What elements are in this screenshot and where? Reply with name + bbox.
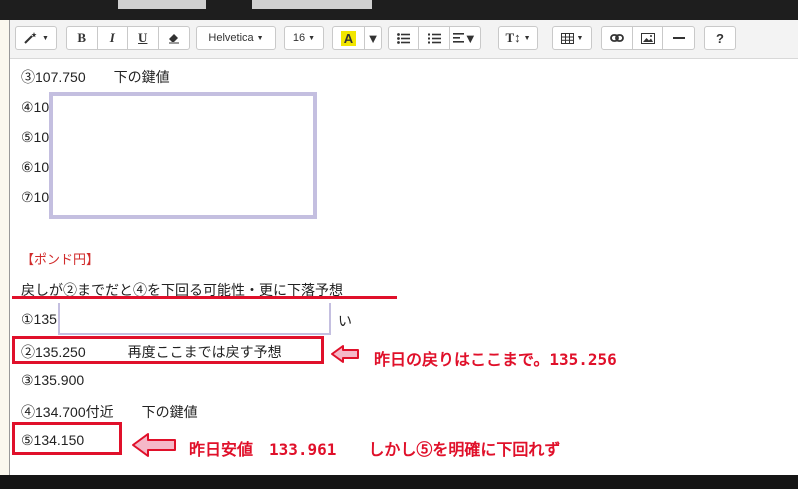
- browser-tab[interactable]: [118, 0, 206, 9]
- content-line: ①135: [21, 311, 57, 327]
- highlight-box: [12, 336, 324, 364]
- bullet-list-button[interactable]: [389, 27, 420, 49]
- align-dropdown-button[interactable]: ▼: [450, 27, 480, 49]
- chevron-down-icon: ▼: [576, 34, 584, 42]
- content-line: ⑤10: [21, 129, 50, 145]
- highlight-color-button[interactable]: A: [333, 27, 365, 49]
- section-title: 【ポンド円】: [21, 252, 100, 267]
- bold-button[interactable]: B: [67, 27, 98, 49]
- content-line: ⑦10: [21, 189, 50, 205]
- numbered-list-button[interactable]: [419, 27, 450, 49]
- underline-mark: [12, 296, 397, 299]
- editor-content[interactable]: ③107.750 下の鍵値 ④10 ⑤10 ⑥10 ⑦10 【ポンド円】 戻しが…: [10, 59, 798, 475]
- bullet-list-icon: [397, 32, 411, 44]
- window-top-bar: [0, 0, 798, 20]
- chevron-down-icon: ▼: [42, 34, 49, 42]
- annotation-arrow: [132, 433, 176, 457]
- content-line: ④10: [21, 99, 50, 115]
- browser-tab[interactable]: [252, 0, 372, 9]
- image-icon: [640, 32, 655, 44]
- highlight-box: [12, 422, 122, 455]
- chevron-down-icon: ▼: [366, 30, 380, 46]
- redaction-mask: [58, 303, 331, 335]
- align-left-icon: [452, 33, 464, 43]
- chevron-down-icon: ▼: [523, 34, 531, 42]
- redaction-mask: [49, 92, 317, 219]
- link-icon: [609, 34, 624, 42]
- eraser-icon: [168, 34, 179, 44]
- font-style-group: B I U: [66, 26, 190, 50]
- content-line: ④134.700付近 下の鍵値: [21, 404, 198, 420]
- text-size-dropdown[interactable]: T↕ ▼: [498, 26, 538, 50]
- help-icon: ?: [716, 30, 724, 46]
- highlight-icon: A: [340, 30, 357, 46]
- highlight-dropdown-button[interactable]: ▼: [365, 27, 381, 49]
- content-line: ③135.900: [21, 372, 85, 388]
- numbered-list-icon: [427, 33, 441, 43]
- editor-toolbar: ▼ B I U Helvetica ▼ 16 ▼ A ▼ ▼ T↕ ▼ ▼ ?: [10, 20, 798, 59]
- style-dropdown-button[interactable]: ▼: [15, 26, 57, 50]
- underline-button[interactable]: U: [128, 27, 159, 49]
- font-size-dropdown[interactable]: 16 ▼: [284, 26, 324, 50]
- text-height-icon: T↕: [505, 30, 521, 45]
- rich-text-editor: ▼ B I U Helvetica ▼ 16 ▼ A ▼ ▼ T↕ ▼ ▼ ? …: [9, 20, 798, 475]
- window-bottom-bar: [0, 475, 798, 489]
- insert-group: [601, 26, 695, 50]
- highlight-group: A ▼: [332, 26, 382, 50]
- annotation-arrow: [331, 345, 359, 363]
- clear-format-button[interactable]: [159, 27, 189, 49]
- annotation-note: 昨日の戻りはここまで。135.256: [374, 350, 617, 369]
- annotation-note: 昨日安値 133.961 しかし⑤を明確に下回れず: [189, 440, 561, 459]
- font-family-dropdown[interactable]: Helvetica ▼: [196, 26, 276, 50]
- insert-image-button[interactable]: [633, 27, 664, 49]
- insert-link-button[interactable]: [602, 27, 633, 49]
- chevron-down-icon: ▼: [256, 34, 264, 42]
- horizontal-rule-icon: [672, 37, 685, 39]
- paragraph-group: ▼: [388, 26, 481, 50]
- table-icon: [560, 32, 574, 44]
- content-line: ⑥10: [21, 159, 50, 175]
- content-line: ③107.750 下の鍵値: [21, 69, 170, 85]
- help-button[interactable]: ?: [704, 26, 736, 50]
- italic-button[interactable]: I: [98, 27, 128, 49]
- horizontal-rule-button[interactable]: [663, 27, 694, 49]
- content-line: い: [338, 313, 352, 329]
- chevron-down-icon: ▼: [308, 34, 316, 42]
- magic-wand-icon: [24, 32, 37, 44]
- chevron-down-icon: ▼: [463, 30, 477, 46]
- table-dropdown[interactable]: ▼: [552, 26, 592, 50]
